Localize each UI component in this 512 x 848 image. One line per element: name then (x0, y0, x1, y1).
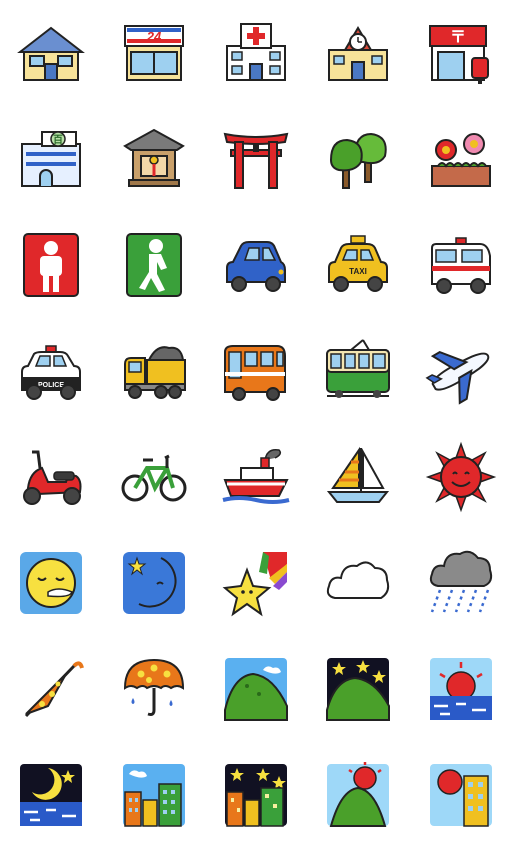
cell-sailboat[interactable] (307, 424, 409, 530)
cell-flower-bed[interactable] (410, 106, 512, 212)
mountain-night-icon (326, 658, 391, 721)
cell-school[interactable] (307, 0, 409, 106)
cell-house[interactable] (0, 0, 102, 106)
taxi-icon: TAXI (328, 235, 389, 292)
cell-ship[interactable] (205, 424, 307, 530)
cell-pedestrian-stop[interactable] (0, 212, 102, 318)
airplane-icon (425, 351, 490, 405)
cell-cloud[interactable] (307, 530, 409, 636)
rain-cloud-icon (429, 550, 492, 613)
sleeping-face-icon (20, 552, 83, 614)
torii-gate-icon (223, 132, 289, 189)
cell-moon-sea[interactable] (0, 742, 102, 848)
house-icon (17, 26, 86, 81)
ship-icon (222, 448, 290, 504)
ambulance-icon (430, 237, 491, 294)
temple-icon (122, 128, 185, 187)
cell-hospital[interactable] (205, 0, 307, 106)
sailboat-icon (327, 446, 390, 503)
scooter-icon (23, 450, 82, 505)
cell-airplane[interactable] (410, 318, 512, 424)
cell-closed-umbrella[interactable] (0, 636, 102, 742)
flower-bed-icon (430, 133, 491, 187)
cell-city-sunrise[interactable] (410, 742, 512, 848)
cell-torii[interactable] (205, 106, 307, 212)
shooting-star-icon (222, 552, 287, 617)
cell-mountain-sunrise[interactable] (307, 742, 409, 848)
mountain-sunrise-icon (327, 762, 390, 827)
cell-mountain-day[interactable] (205, 636, 307, 742)
cell-department-store[interactable]: 百 (0, 106, 102, 212)
cell-trees[interactable] (307, 106, 409, 212)
emoji-sheet: 24 〒 百 TAXI POLICE (0, 0, 512, 848)
icon-grid: 24 〒 百 TAXI POLICE (0, 0, 512, 848)
cell-scooter[interactable] (0, 424, 102, 530)
police-text: POLICE (38, 382, 64, 389)
cell-ambulance[interactable] (410, 212, 512, 318)
cell-city-night[interactable] (205, 742, 307, 848)
city-night-icon (224, 764, 287, 827)
sunset-sea-icon (429, 658, 492, 720)
sun-icon (425, 441, 496, 513)
convenience-store-icon: 24 (123, 25, 184, 81)
cell-bus[interactable] (205, 318, 307, 424)
school-icon (328, 26, 389, 81)
cell-taxi[interactable]: TAXI (307, 212, 409, 318)
post-office-icon: 〒 (428, 25, 489, 84)
pedestrian-stop-signal-icon (23, 233, 80, 297)
cell-crescent-moon[interactable] (102, 530, 204, 636)
police-car-icon: POLICE (21, 345, 82, 400)
city-day-icon (122, 764, 185, 827)
cell-city-day[interactable] (102, 742, 204, 848)
closed-umbrella-icon (25, 661, 85, 718)
umbrella-rain-icon (123, 658, 184, 716)
hospital-icon (225, 23, 286, 81)
cell-mountain-night[interactable] (307, 636, 409, 742)
cell-sleeping-face[interactable] (0, 530, 102, 636)
crescent-moon-icon (122, 552, 185, 614)
cell-bicycle[interactable] (102, 424, 204, 530)
cell-train[interactable] (307, 318, 409, 424)
cell-dump-truck[interactable] (102, 318, 204, 424)
mountain-day-icon (223, 658, 288, 721)
bus-icon (223, 345, 286, 401)
department-store-icon: 百 (21, 131, 82, 187)
cell-police-car[interactable]: POLICE (0, 318, 102, 424)
cell-umbrella-rain[interactable] (102, 636, 204, 742)
cell-car[interactable] (205, 212, 307, 318)
cell-shooting-star[interactable] (205, 530, 307, 636)
cell-sunset-sea[interactable] (410, 636, 512, 742)
department-store-sign-text: 百 (53, 134, 63, 146)
city-sunrise-icon (429, 764, 492, 827)
cell-pedestrian-go[interactable] (102, 212, 204, 318)
taxi-text: TAXI (350, 267, 368, 276)
cell-rain-cloud[interactable] (410, 530, 512, 636)
car-icon (225, 241, 286, 292)
train-icon (326, 339, 391, 398)
svg-text:〒: 〒 (450, 29, 466, 46)
cloud-icon (327, 561, 390, 599)
cell-post-office[interactable]: 〒 (410, 0, 512, 106)
bicycle-icon (121, 454, 187, 502)
store-sign-text: 24 (145, 29, 161, 44)
cell-convenience-store[interactable]: 24 (102, 0, 204, 106)
cell-sun[interactable] (410, 424, 512, 530)
cell-temple[interactable] (102, 106, 204, 212)
moon-sea-icon (20, 764, 83, 826)
dump-truck-icon (123, 346, 186, 399)
trees-icon (330, 132, 388, 189)
pedestrian-go-signal-icon (125, 233, 182, 297)
